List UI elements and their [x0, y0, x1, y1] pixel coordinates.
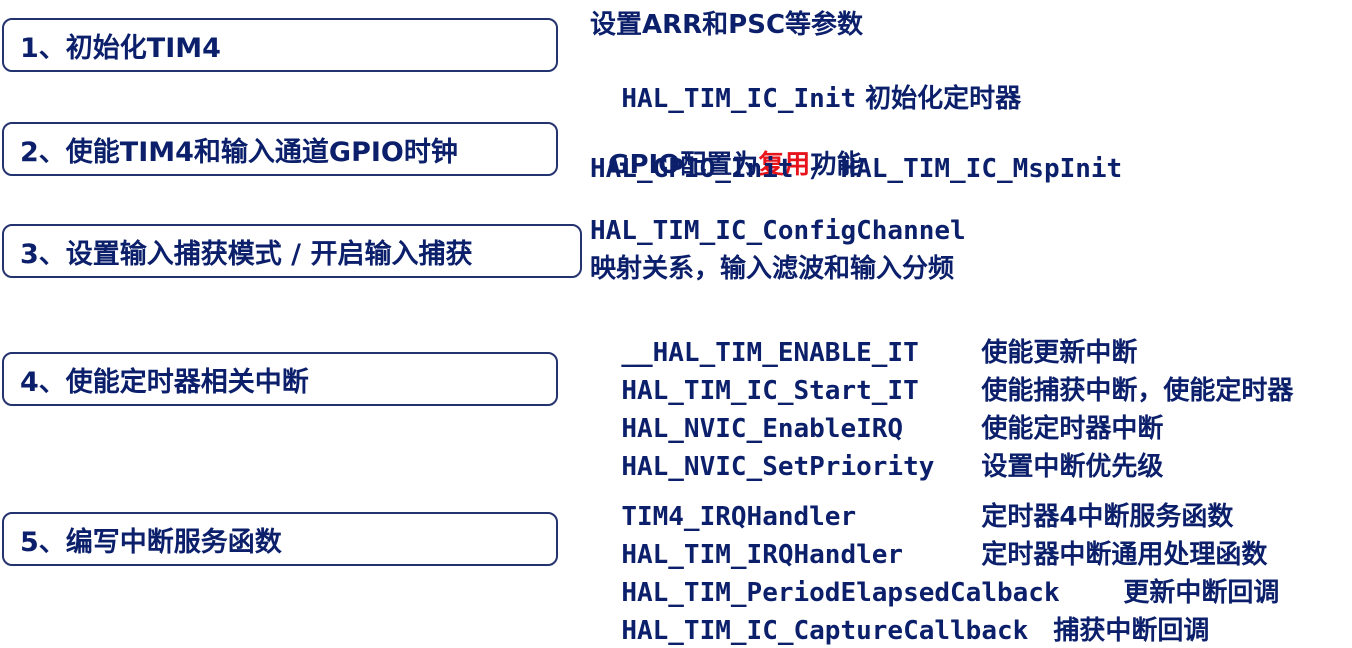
group5-desc-4: 捕获中断回调 [1053, 616, 1210, 646]
step-4-box: 4、使能定时器相关中断 [2, 352, 558, 406]
step-2-label: 2、使能TIM4和输入通道GPIO时钟 [20, 136, 458, 168]
step-2-box: 2、使能TIM4和输入通道GPIO时钟 [2, 122, 558, 176]
step-5-box: 5、编写中断服务函数 [2, 512, 558, 566]
group3-line1: HAL_TIM_IC_ConfigChannel [590, 216, 966, 246]
step-1-box: 1、初始化TIM4 [2, 18, 558, 72]
group1-desc: 初始化定时器 [856, 84, 1022, 114]
step-5-label: 5、编写中断服务函数 [20, 526, 282, 558]
group2-line2: HAL_GPIO_Init / HAL_TIM_IC_MspInit [590, 154, 1123, 184]
group3-line2: 映射关系，输入滤波和输入分频 [590, 254, 955, 284]
step-3-label: 3、设置输入捕获模式 / 开启输入捕获 [20, 238, 473, 270]
group5-fn-4: HAL_TIM_IC_CaptureCallback [621, 616, 1029, 646]
group1-fn: HAL_TIM_IC_Init [621, 84, 857, 114]
step-3-box: 3、设置输入捕获模式 / 开启输入捕获 [2, 224, 582, 278]
group1-line2: HAL_TIM_IC_Init 初始化定时器 [590, 48, 1021, 116]
step-4-label: 4、使能定时器相关中断 [20, 366, 309, 398]
step-1-label: 1、初始化TIM4 [20, 32, 221, 64]
group1-line1: 设置ARR和PSC等参数 [590, 10, 864, 40]
group5-row-4: HAL_TIM_IC_CaptureCallback 捕获中断回调 [590, 580, 1209, 648]
